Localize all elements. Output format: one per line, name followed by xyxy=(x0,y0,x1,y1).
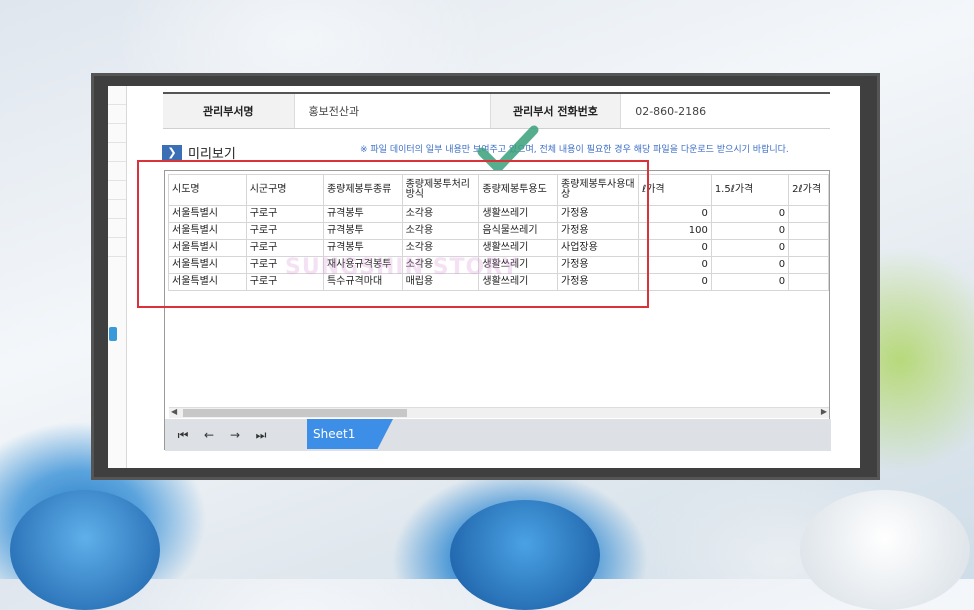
prev-icon[interactable]: ← xyxy=(201,428,217,442)
table-cell[interactable]: 구로구 xyxy=(245,222,324,240)
horizontal-scrollbar[interactable]: ◀ ▶ xyxy=(169,407,829,418)
table-cell[interactable]: 서울특별시 xyxy=(168,239,247,257)
table-cell[interactable]: 가정용 xyxy=(556,273,640,291)
table-cell[interactable]: 구로구 xyxy=(245,205,324,223)
table-cell[interactable]: 서울특별시 xyxy=(168,256,247,274)
table-cell[interactable]: 가정용 xyxy=(556,222,640,240)
table-cell[interactable]: 음식물쓰레기 xyxy=(478,222,558,240)
background-bottle-cap xyxy=(800,490,970,610)
table-cell[interactable]: 서울특별시 xyxy=(168,205,247,223)
column-header: ℓ가격 xyxy=(638,174,712,206)
table-cell[interactable]: 소각용 xyxy=(401,222,480,240)
screen: 관리부서명 홍보전산과 관리부서 전화번호 02-860-2186 ❯ 미리보기… xyxy=(108,86,860,468)
side-badge xyxy=(109,327,117,341)
table-cell[interactable]: 규격봉투 xyxy=(322,222,403,240)
column-header: 1.5ℓ가격 xyxy=(710,174,790,206)
dept-value: 홍보전산과 xyxy=(295,94,491,128)
table-cell[interactable]: 0 xyxy=(710,222,790,240)
table-cell[interactable]: 0 xyxy=(638,205,712,223)
scroll-left-icon[interactable]: ◀ xyxy=(171,407,177,416)
table-cell[interactable] xyxy=(788,222,829,240)
table-cell[interactable]: 서울특별시 xyxy=(168,273,247,291)
table-cell[interactable]: 0 xyxy=(638,239,712,257)
column-header: 종량제봉투용도 xyxy=(478,174,558,206)
sheet-tab-bar: ⏮ ← → ⏭ Sheet1 xyxy=(165,419,831,451)
sheet-tab[interactable]: Sheet1 xyxy=(307,419,393,449)
table-row[interactable]: 서울특별시 구로구 규격봉투 소각용 음식물쓰레기 가정용 100 0 xyxy=(168,222,829,240)
last-page-icon[interactable]: ⏭ xyxy=(253,428,269,443)
column-header: 종량제봉투종류 xyxy=(322,174,403,206)
table-cell[interactable] xyxy=(788,239,829,257)
phone-value: 02-860-2186 xyxy=(635,104,707,118)
table-cell[interactable] xyxy=(788,273,829,291)
preview-header: ❯ 미리보기 xyxy=(162,143,236,162)
scroll-right-icon[interactable]: ▶ xyxy=(821,407,827,416)
table-cell[interactable]: 0 xyxy=(710,205,790,223)
preview-notice: ※ 파일 데이터의 일부 내용만 보여주고 있으며, 전체 내용이 필요한 경우… xyxy=(360,145,789,155)
table-cell[interactable]: 생활쓰레기 xyxy=(478,239,558,257)
grid-header-row: 시도명 시군구명 종량제봉투종류 종량제봉투처리방식 종량제봉투용도 종량제봉투… xyxy=(168,174,829,206)
table-cell[interactable]: 규격봉투 xyxy=(322,205,403,223)
first-page-icon[interactable]: ⏮ xyxy=(175,428,191,443)
table-cell[interactable]: 서울특별시 xyxy=(168,222,247,240)
left-sidebar-strip xyxy=(108,86,127,468)
table-cell[interactable]: 0 xyxy=(710,273,790,291)
column-header: 시군구명 xyxy=(245,174,324,206)
scrollbar-thumb[interactable] xyxy=(183,409,407,417)
table-cell[interactable]: 0 xyxy=(710,239,790,257)
background-bottle-cap xyxy=(10,490,160,610)
table-cell[interactable]: 0 xyxy=(638,256,712,274)
background-bottle-cap xyxy=(450,500,600,610)
table-cell[interactable]: 규격봉투 xyxy=(322,239,403,257)
table-row[interactable]: 서울특별시 구로구 규격봉투 소각용 생활쓰레기 가정용 0 0 xyxy=(168,205,829,223)
table-cell[interactable]: 가정용 xyxy=(556,256,640,274)
chevron-right-icon: ❯ xyxy=(162,144,182,161)
table-cell[interactable]: 0 xyxy=(638,273,712,291)
dept-label: 관리부서명 xyxy=(163,94,295,128)
column-header: 종량제봉투사용대상 xyxy=(556,174,640,206)
next-icon[interactable]: → xyxy=(227,428,243,442)
data-preview-grid[interactable]: 시도명 시군구명 종량제봉투종류 종량제봉투처리방식 종량제봉투용도 종량제봉투… xyxy=(164,170,831,451)
column-header: 종량제봉투처리방식 xyxy=(401,174,480,206)
column-header: 시도명 xyxy=(168,174,247,206)
table-cell[interactable]: 소각용 xyxy=(401,239,480,257)
table-cell[interactable]: 소각용 xyxy=(401,205,480,223)
table-cell[interactable]: 생활쓰레기 xyxy=(478,205,558,223)
column-header: 2ℓ가격 xyxy=(788,174,829,206)
table-cell[interactable] xyxy=(788,256,829,274)
preview-title: 미리보기 xyxy=(188,147,236,162)
table-cell[interactable]: 100 xyxy=(638,222,712,240)
table-cell[interactable]: 0 xyxy=(710,256,790,274)
table-cell[interactable] xyxy=(788,205,829,223)
table-cell[interactable]: 가정용 xyxy=(556,205,640,223)
table-cell[interactable]: 사업장용 xyxy=(556,239,640,257)
watermark-text: SUNGSHIN STORY xyxy=(285,255,519,280)
table-cell[interactable]: 구로구 xyxy=(245,239,324,257)
table-row[interactable]: 서울특별시 구로구 규격봉투 소각용 생활쓰레기 사업장용 0 0 xyxy=(168,239,829,257)
